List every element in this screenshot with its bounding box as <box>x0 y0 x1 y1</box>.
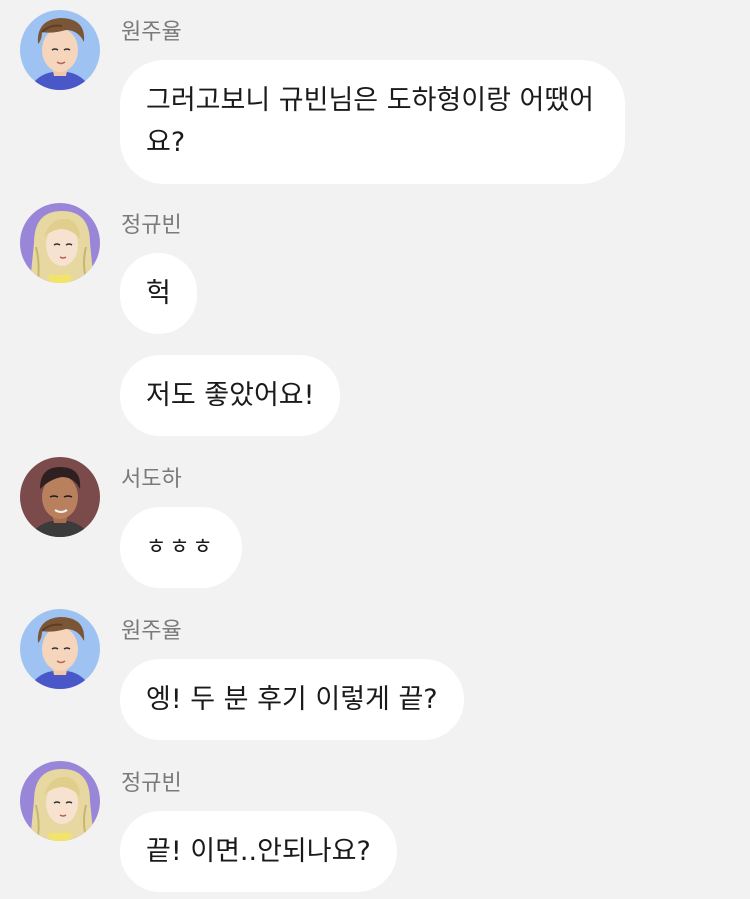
sender-name: 원주율 <box>121 619 182 644</box>
sender-name: 정규빈 <box>121 771 182 796</box>
avatar-doha-icon[interactable] <box>20 457 100 537</box>
sender-name: 원주율 <box>121 20 182 45</box>
message-bubble[interactable]: ㅎㅎㅎ <box>120 507 242 588</box>
message-bubble[interactable]: 엥! 두 분 후기 이렇게 끝? <box>120 659 464 740</box>
message-bubble[interactable]: 그러고보니 규빈님은 도하형이랑 어땠어요? <box>120 60 625 184</box>
sender-name: 정규빈 <box>121 213 182 238</box>
avatar-juyul-icon[interactable] <box>20 10 100 90</box>
avatar-juyul-icon[interactable] <box>20 609 100 689</box>
message-bubble[interactable]: 헉 <box>120 253 197 334</box>
avatar-gyubin-icon[interactable] <box>20 203 100 283</box>
avatar-gyubin-icon[interactable] <box>20 761 100 841</box>
sender-name: 서도하 <box>121 467 182 492</box>
message-bubble[interactable]: 끝! 이면..안되나요? <box>120 811 397 892</box>
message-bubble[interactable]: 저도 좋았어요! <box>120 355 341 436</box>
